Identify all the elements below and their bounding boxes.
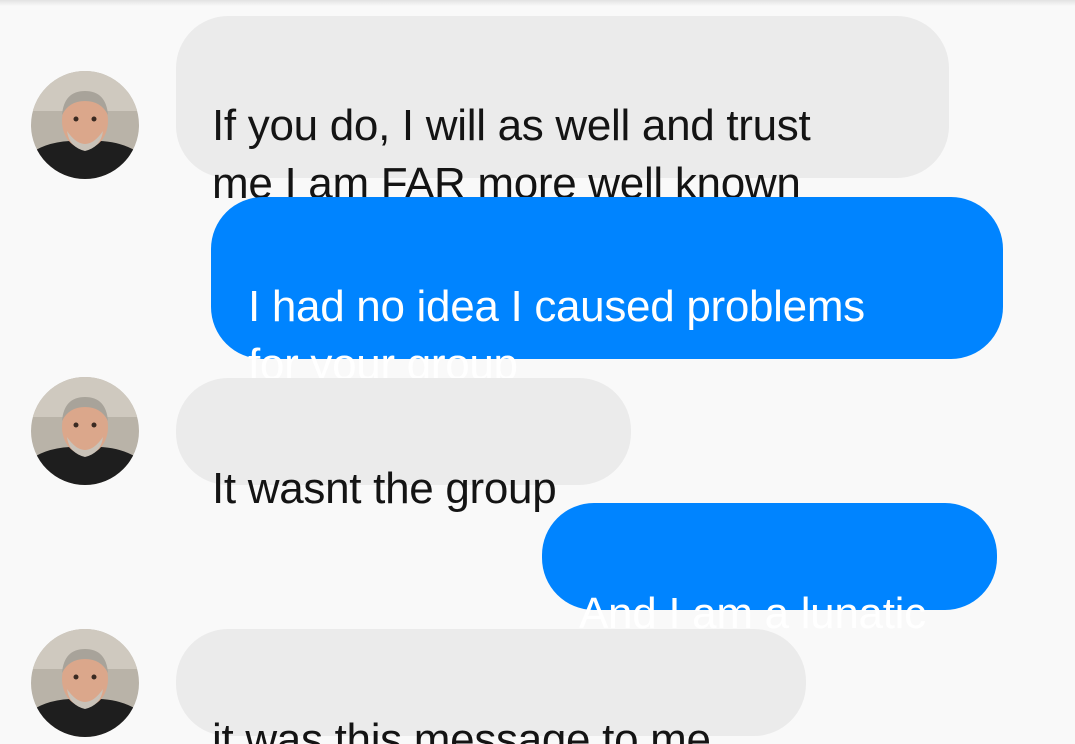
message-text: It wasnt the group: [212, 464, 557, 513]
incoming-message-bubble[interactable]: If you do, I will as well and trust me I…: [176, 16, 949, 208]
contact-avatar[interactable]: [31, 71, 139, 179]
outgoing-message-bubble[interactable]: And I am a lunatic: [542, 503, 997, 638]
avatar-icon: [31, 71, 139, 179]
incoming-message-bubble[interactable]: it was this message to me: [176, 629, 806, 744]
avatar-icon: [31, 629, 139, 737]
outgoing-message-bubble[interactable]: I had no idea I caused problems for your…: [211, 197, 1003, 389]
contact-avatar[interactable]: [31, 377, 139, 485]
incoming-message-bubble[interactable]: It wasnt the group: [176, 378, 631, 513]
message-text: it was this message to me: [212, 715, 711, 744]
message-text: If you do, I will as well and trust me I…: [212, 101, 811, 208]
message-thread: If you do, I will as well and trust me I…: [0, 0, 1075, 744]
contact-avatar[interactable]: [31, 629, 139, 737]
message-text: I had no idea I caused problems for your…: [248, 282, 865, 389]
avatar-icon: [31, 377, 139, 485]
header-shadow: [0, 0, 1075, 6]
